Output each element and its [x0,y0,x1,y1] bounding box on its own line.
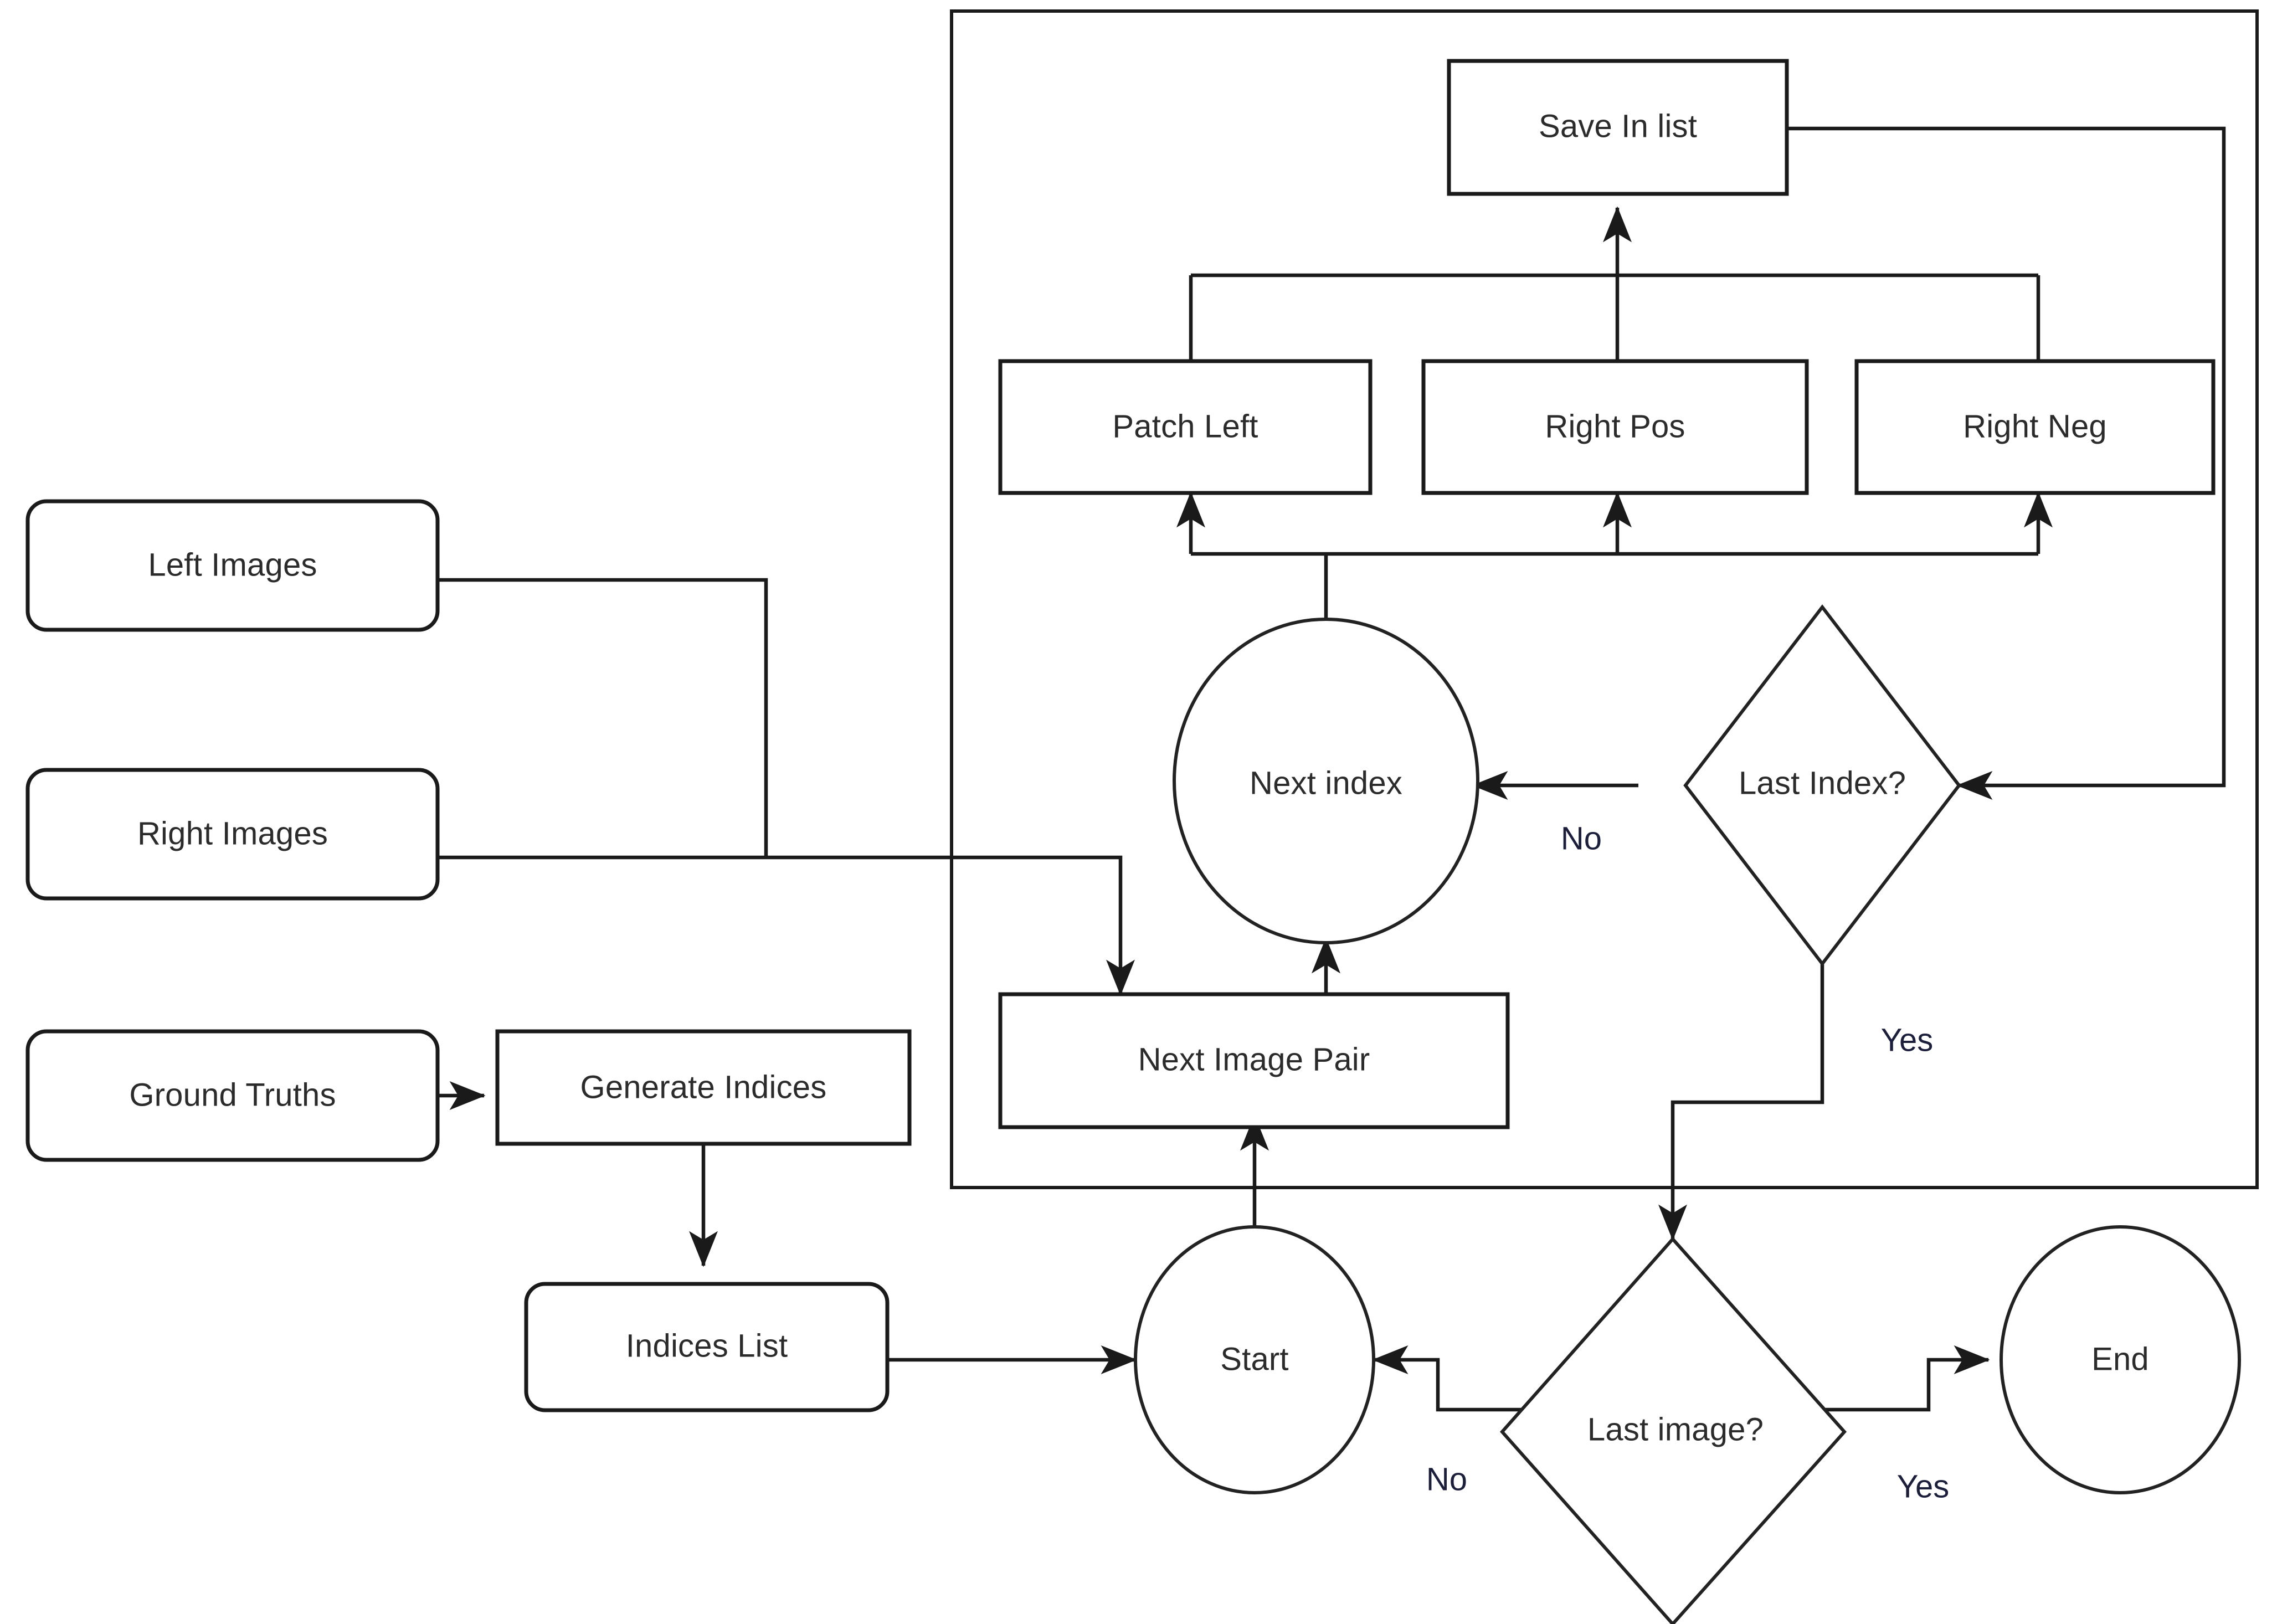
node-generate-indices-label: Generate Indices [580,1069,827,1105]
node-save-in-list-label: Save In list [1539,108,1697,144]
node-right-neg-label: Right Neg [1963,408,2107,444]
node-right-pos[interactable]: Right Pos [1421,359,1809,495]
node-last-image[interactable]: Last image? [1499,1236,1847,1624]
edge-label-last-index-yes: Yes [1881,1022,1934,1058]
node-right-pos-label: Right Pos [1545,408,1685,444]
node-next-image-pair[interactable]: Next Image Pair [998,992,1510,1129]
node-indices-list[interactable]: Indices List [524,1282,890,1412]
node-right-neg[interactable]: Right Neg [1854,359,2216,495]
node-next-index-label: Next index [1250,765,1402,801]
flowchart-svg: Next index --> down/left -> Last image? … [25,9,2259,1624]
node-next-index[interactable]: Next index [1173,618,1479,944]
node-last-index-label: Last Index? [1739,765,1906,801]
edge-last-image-yes-to-end [1800,1345,1990,1412]
node-save-in-list[interactable]: Save In list [1447,59,1789,196]
node-patch-left[interactable]: Patch Left [998,359,1373,495]
node-left-images-label: Left Images [148,547,317,583]
edge-label-last-image-no: No [1426,1461,1467,1497]
node-start[interactable]: Start [1134,1225,1375,1494]
node-left-images[interactable]: Left Images [25,499,440,632]
node-ground-truths-label: Ground Truths [129,1077,336,1113]
node-last-image-label: Last image? [1587,1411,1764,1447]
node-last-index[interactable]: Last Index? [1683,604,1961,967]
edge-label-last-index-no: No [1561,820,1602,856]
edge-last-image-no-to-start [1372,1345,1545,1412]
node-right-images-label: Right Images [137,815,328,851]
node-generate-indices[interactable]: Generate Indices [495,1029,912,1146]
edge-right-images-to-next-image-pair [438,855,1135,996]
flowchart-canvas: Next index --> down/left -> Last image? … [0,0,2277,1624]
node-right-images[interactable]: Right Images [25,768,440,901]
node-patch-left-label: Patch Left [1112,408,1258,444]
node-start-label: Start [1220,1341,1289,1377]
node-end-label: End [2091,1341,2149,1377]
edge-last-index-yes-to-last-image [1658,964,1824,1241]
node-ground-truths[interactable]: Ground Truths [25,1029,440,1162]
node-end[interactable]: End [2000,1225,2241,1494]
edge-left-images-to-bus [438,578,768,857]
node-indices-list-label: Indices List [626,1328,788,1364]
node-next-image-pair-label: Next Image Pair [1138,1041,1370,1077]
edge-label-last-image-yes: Yes [1897,1468,1950,1504]
